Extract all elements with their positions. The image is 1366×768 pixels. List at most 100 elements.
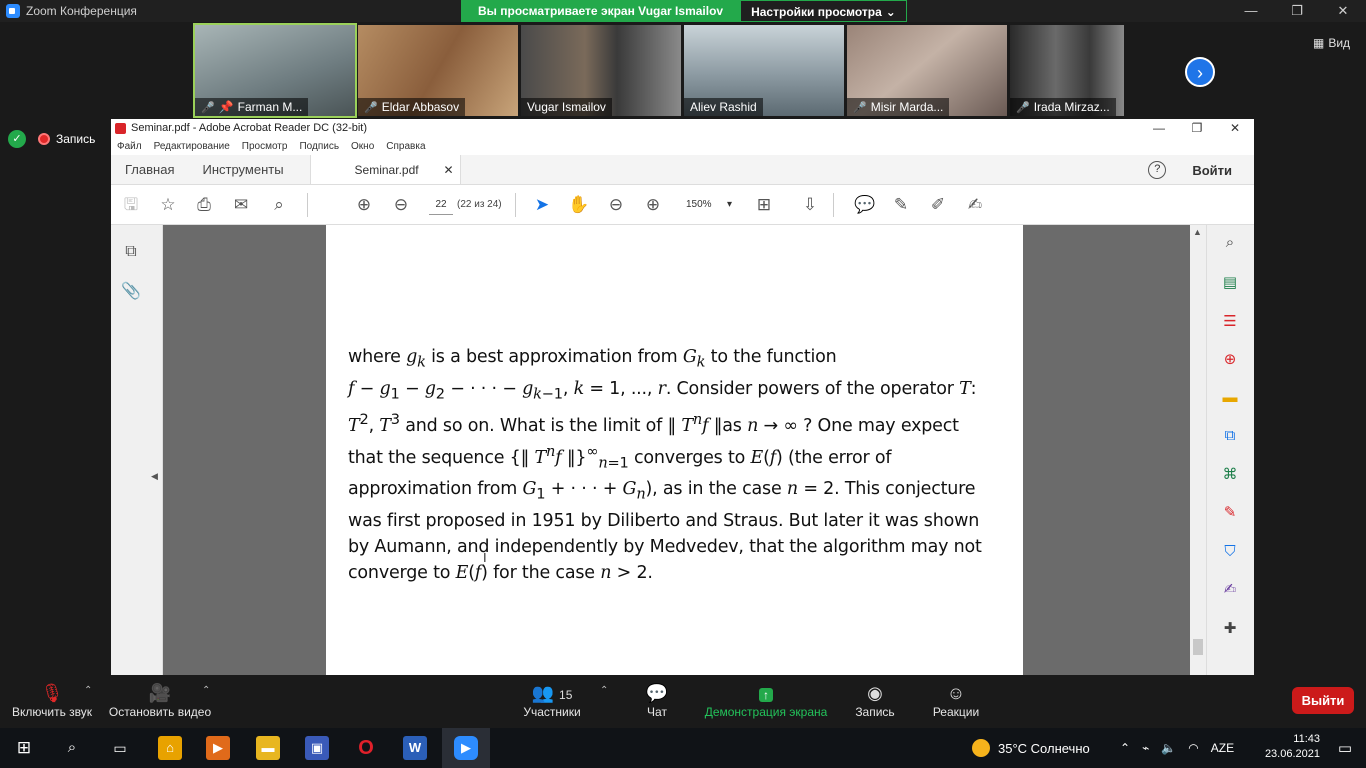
- page-number-input[interactable]: 22: [429, 195, 453, 215]
- next-participants-button[interactable]: ›: [1185, 57, 1215, 87]
- scroll-mode-icon[interactable]: ⇩: [799, 194, 821, 216]
- export-pdf-icon[interactable]: ▤: [1220, 273, 1240, 293]
- media-player-icon[interactable]: ▶: [206, 736, 230, 760]
- save-icon[interactable]: 🖫: [120, 194, 142, 216]
- tab-document[interactable]: Seminar.pdf ✕: [309, 155, 461, 184]
- recording-indicator[interactable]: Запись: [38, 132, 95, 146]
- system-clock[interactable]: 11:43 23.06.2021: [1265, 732, 1320, 762]
- network-icon[interactable]: ⌁: [1142, 741, 1149, 755]
- close-button[interactable]: ✕: [1320, 0, 1366, 22]
- scroll-up-icon[interactable]: ▲: [1193, 227, 1202, 237]
- scroll-thumb[interactable]: [1193, 639, 1203, 655]
- share-screen-button[interactable]: ↑ Демонстрация экрана: [702, 681, 830, 719]
- request-signature-icon[interactable]: ✍: [1220, 580, 1240, 600]
- menu-file[interactable]: Файл: [117, 141, 142, 152]
- collapse-left-icon[interactable]: ◀: [151, 471, 158, 482]
- participant-tile[interactable]: 🎤 Misir Marda...: [847, 25, 1007, 116]
- protect-shield-icon[interactable]: ⛉: [1220, 542, 1240, 562]
- edit-pdf-icon[interactable]: ⌘: [1220, 465, 1240, 485]
- participant-tile[interactable]: Aliev Rashid: [684, 25, 844, 116]
- hand-tool-icon[interactable]: ✋: [568, 194, 590, 216]
- file-explorer-icon[interactable]: ▬: [256, 736, 280, 760]
- previous-page-icon[interactable]: ⊕: [353, 194, 375, 216]
- participants-options-caret-icon[interactable]: ⌃: [600, 685, 608, 696]
- leave-button[interactable]: Выйти: [1292, 687, 1354, 714]
- notifications-icon[interactable]: ▭: [1338, 739, 1352, 757]
- share-screen-label: Демонстрация экрана: [704, 705, 828, 719]
- menu-view[interactable]: Просмотр: [242, 141, 288, 152]
- maximize-button[interactable]: ❐: [1274, 0, 1320, 22]
- participants-button[interactable]: 👥 15 Участники: [518, 681, 586, 719]
- menu-help[interactable]: Справка: [386, 141, 425, 152]
- participant-tile[interactable]: 🎤 Eldar Abbasov: [358, 25, 518, 116]
- menu-window[interactable]: Окно: [351, 141, 374, 152]
- combine-files-icon[interactable]: ⧉: [1220, 426, 1240, 446]
- zoom-taskbar-icon[interactable]: ▶: [442, 728, 490, 768]
- opera-browser-icon[interactable]: O: [354, 736, 378, 760]
- sign-in-button[interactable]: Войти: [1192, 163, 1232, 178]
- chat-button[interactable]: 💬 Чат: [634, 681, 680, 719]
- tab-home[interactable]: Главная: [111, 155, 188, 184]
- create-pdf-icon[interactable]: ⊕: [1220, 350, 1240, 370]
- tab-tools[interactable]: Инструменты: [188, 155, 297, 184]
- task-view-icon[interactable]: ▭: [108, 736, 132, 760]
- weather-widget[interactable]: 35°C Солнечно: [972, 728, 1090, 768]
- wifi-icon[interactable]: ◠: [1188, 741, 1198, 755]
- print-icon[interactable]: ⎙: [193, 194, 215, 216]
- fill-sign-tool-icon[interactable]: ✎: [1220, 503, 1240, 523]
- fill-sign-icon[interactable]: ✍: [964, 194, 986, 216]
- highlight-pen-icon[interactable]: ✎: [890, 194, 912, 216]
- windows-start-icon[interactable]: ⊞: [12, 736, 36, 760]
- bookmark-star-icon[interactable]: ☆: [157, 194, 179, 216]
- draw-icon[interactable]: ✐: [927, 194, 949, 216]
- save-disk-app-icon[interactable]: ▣: [305, 736, 329, 760]
- stop-video-button[interactable]: 🎥 Остановить видео: [106, 681, 214, 719]
- reactions-button[interactable]: ☺ Реакции: [930, 681, 982, 719]
- help-icon[interactable]: ?: [1148, 161, 1167, 179]
- participant-tile[interactable]: Vugar Ismailov: [521, 25, 681, 116]
- language-indicator[interactable]: AZE: [1211, 741, 1234, 755]
- view-label: Вид: [1328, 36, 1351, 50]
- zoom-out-icon[interactable]: ⊖: [605, 194, 627, 216]
- security-shield-icon[interactable]: ✓: [8, 130, 26, 148]
- close-tab-icon[interactable]: ✕: [443, 163, 453, 177]
- page-thumbnails-icon[interactable]: ⧉: [121, 243, 141, 263]
- tray-expand-icon[interactable]: ⌃: [1120, 741, 1130, 755]
- video-options-caret-icon[interactable]: ⌃: [202, 685, 210, 696]
- zoom-tool-icon[interactable]: ⌕: [1220, 233, 1240, 253]
- unmute-button[interactable]: 🎙 Включить звук: [8, 681, 96, 719]
- email-icon[interactable]: ✉: [230, 194, 252, 216]
- participant-tile[interactable]: 🎤 Irada Mirzaz...: [1010, 25, 1124, 116]
- volume-icon[interactable]: 🔈: [1161, 741, 1176, 755]
- menu-sign[interactable]: Подпись: [299, 141, 339, 152]
- view-options-button[interactable]: Настройки просмотра ⌄: [740, 0, 907, 22]
- next-page-icon[interactable]: ⊖: [390, 194, 412, 216]
- audio-options-caret-icon[interactable]: ⌃: [84, 685, 92, 696]
- minimize-button[interactable]: —: [1228, 0, 1274, 22]
- screen-share-banner: Вы просматриваете экран Vugar Ismailov Н…: [461, 0, 907, 22]
- zoom-level-select[interactable]: 150% ▾: [686, 195, 732, 215]
- word-icon[interactable]: W: [403, 736, 427, 760]
- comment-tool-icon[interactable]: ▬: [1220, 388, 1240, 408]
- participant-tile[interactable]: 🎤 📌 Farman M...: [193, 23, 357, 118]
- page-fit-icon[interactable]: ⊞: [753, 194, 775, 216]
- store-icon[interactable]: ⌂: [158, 736, 182, 760]
- search-icon[interactable]: ⌕: [60, 736, 84, 760]
- menu-edit[interactable]: Редактирование: [154, 141, 230, 152]
- select-cursor-icon[interactable]: ➤: [531, 194, 553, 216]
- comment-icon[interactable]: 💬: [854, 194, 876, 216]
- recording-label: Запись: [56, 132, 96, 146]
- maximize-button[interactable]: ❐: [1178, 119, 1216, 137]
- more-tools-icon[interactable]: ✚: [1220, 619, 1240, 639]
- search-icon[interactable]: ⌕: [268, 194, 290, 216]
- close-button[interactable]: ✕: [1216, 119, 1254, 137]
- attachment-icon[interactable]: 📎: [121, 281, 141, 301]
- organize-pages-icon[interactable]: ☰: [1220, 312, 1240, 332]
- record-button[interactable]: ◉ Запись: [852, 681, 898, 719]
- participant-name-tag: 🎤 📌 Farman M...: [195, 98, 309, 116]
- vertical-scrollbar[interactable]: ▲: [1190, 225, 1206, 675]
- participants-label: Участники: [523, 705, 581, 719]
- zoom-in-icon[interactable]: ⊕: [642, 194, 664, 216]
- view-button[interactable]: ▦ Вид: [1313, 36, 1350, 50]
- minimize-button[interactable]: —: [1140, 119, 1178, 137]
